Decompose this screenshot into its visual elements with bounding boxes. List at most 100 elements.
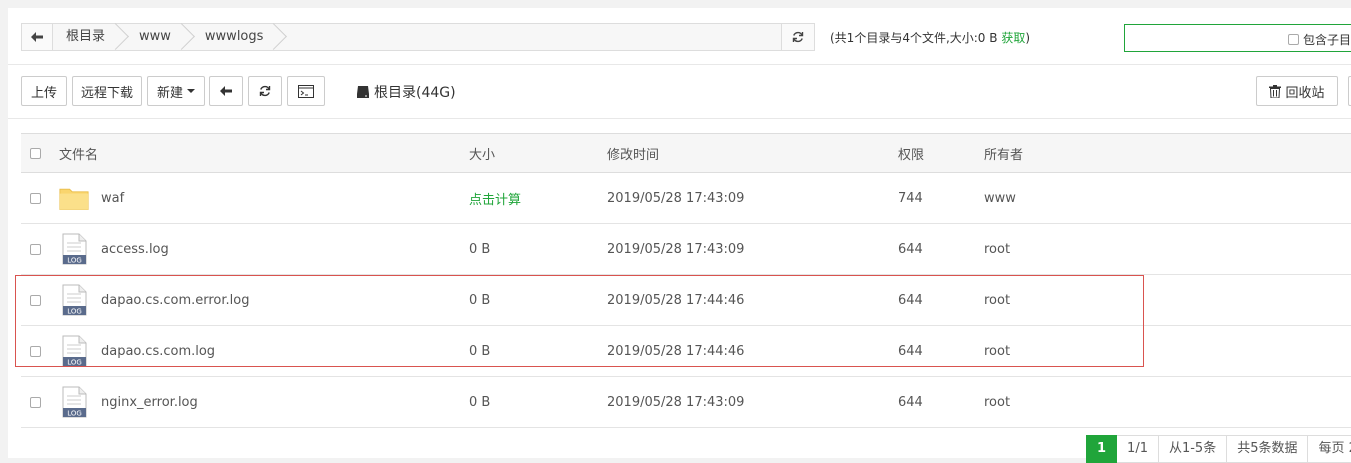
log-file-icon: LOG: [62, 335, 87, 367]
permission[interactable]: 744: [898, 173, 923, 223]
name-cell[interactable]: LOG dapao.cs.com.error.log: [59, 275, 249, 325]
modified-time: 2019/05/28 17:43:09: [607, 241, 745, 257]
row-checkbox-cell: [30, 224, 41, 274]
page-count: 1/1: [1117, 435, 1159, 463]
header-permission[interactable]: 权限: [898, 134, 924, 172]
svg-text:LOG: LOG: [67, 308, 82, 316]
row-checkbox-cell: [30, 326, 41, 376]
owner[interactable]: root: [984, 224, 1010, 274]
new-label: 新建: [156, 85, 183, 101]
name-cell[interactable]: LOG dapao.cs.com.log: [59, 326, 215, 376]
caret-down-icon: [187, 89, 195, 93]
svg-text:LOG: LOG: [67, 410, 82, 418]
modified-time: 2019/05/28 17:43:09: [607, 190, 745, 206]
name-cell[interactable]: LOG nginx_error.log: [59, 377, 198, 427]
divider: [8, 64, 1351, 65]
page-current[interactable]: 1: [1086, 435, 1118, 463]
modified-time: 2019/05/28 17:44:46: [607, 292, 745, 308]
terminal-button[interactable]: [287, 76, 325, 106]
header-name[interactable]: 文件名: [59, 134, 98, 172]
fetch-size-link[interactable]: 获取: [1001, 31, 1025, 45]
row-checkbox[interactable]: [30, 396, 41, 408]
remote-download-button[interactable]: 远程下载: [72, 76, 142, 106]
table-row[interactable]: LOG dapao.cs.com.log 0 B 2019/05/28 17:4…: [21, 326, 1351, 377]
permission[interactable]: 644: [898, 326, 923, 376]
table-row[interactable]: LOG access.log 0 B 2019/05/28 17:43:09 6…: [21, 224, 1351, 275]
svg-text:LOG: LOG: [67, 257, 82, 265]
path-refresh-button[interactable]: [781, 24, 814, 50]
arrow-left-icon: [31, 32, 43, 42]
permission[interactable]: 644: [898, 224, 923, 274]
permission[interactable]: 644: [898, 377, 923, 427]
table-row[interactable]: LOG dapao.cs.com.error.log 0 B 2019/05/2…: [21, 275, 1351, 326]
file-name[interactable]: waf: [101, 191, 124, 206]
refresh-button[interactable]: [248, 76, 282, 106]
row-checkbox[interactable]: [30, 294, 41, 306]
table-header: 文件名 大小 修改时间 权限 所有者: [21, 134, 1351, 173]
row-checkbox[interactable]: [30, 345, 41, 357]
owner[interactable]: root: [984, 275, 1010, 325]
folder-icon: [59, 188, 89, 210]
name-cell[interactable]: LOG access.log: [59, 224, 169, 274]
row-checkbox[interactable]: [30, 243, 41, 255]
breadcrumb-item[interactable]: 根目录: [52, 24, 119, 50]
new-dropdown-button[interactable]: 新建: [147, 76, 205, 106]
table-row[interactable]: LOG nginx_error.log 0 B 2019/05/28 17:43…: [21, 377, 1351, 428]
directory-summary: (共1个目录与4个文件,大小:0 B 获取): [830, 29, 1030, 46]
divider: [8, 118, 1351, 119]
back-button[interactable]: [209, 76, 243, 106]
modified-time: 2019/05/28 17:44:46: [607, 343, 745, 359]
disk-label: 根目录(44G): [374, 85, 456, 101]
include-subdir-option[interactable]: 包含子目: [1288, 31, 1351, 48]
row-checkbox-cell: [30, 377, 41, 427]
select-all-checkbox[interactable]: [30, 147, 41, 159]
per-page[interactable]: 每页 2: [1308, 435, 1351, 463]
breadcrumb: 根目录 www wwwlogs: [52, 24, 277, 50]
path-bar: 根目录 www wwwlogs: [21, 23, 815, 51]
row-checkbox-cell: [30, 173, 41, 223]
breadcrumb-item[interactable]: wwwlogs: [185, 24, 278, 50]
svg-text:LOG: LOG: [67, 359, 82, 367]
file-name[interactable]: access.log: [101, 242, 169, 257]
path-back-button[interactable]: [22, 24, 53, 50]
row-checkbox-cell: [30, 275, 41, 325]
recycle-bin-button[interactable]: 回收站: [1256, 76, 1338, 106]
summary-text: (共1个目录与4个文件,大小:0 B: [830, 31, 1002, 45]
disk-indicator[interactable]: 根目录(44G): [356, 82, 456, 102]
trash-icon: [1269, 84, 1282, 98]
file-size: 0 B: [469, 292, 491, 308]
summary-close: ): [1025, 31, 1031, 45]
breadcrumb-item[interactable]: www: [119, 24, 185, 50]
log-file-icon: LOG: [62, 386, 87, 418]
include-subdir-label: 包含子目: [1303, 33, 1351, 47]
header-modified[interactable]: 修改时间: [607, 134, 659, 172]
owner[interactable]: root: [984, 377, 1010, 427]
owner[interactable]: www: [984, 173, 1016, 223]
select-all-cell: [30, 134, 41, 172]
file-size: 0 B: [469, 241, 491, 257]
calculate-size-link[interactable]: 点击计算: [469, 173, 521, 223]
file-size: 0 B: [469, 343, 491, 359]
owner[interactable]: root: [984, 326, 1010, 376]
hard-drive-icon: [357, 86, 369, 98]
file-name[interactable]: dapao.cs.com.log: [101, 344, 215, 359]
permission[interactable]: 644: [898, 275, 923, 325]
refresh-icon: [259, 85, 271, 97]
header-size[interactable]: 大小: [469, 134, 495, 172]
header-owner[interactable]: 所有者: [984, 134, 1023, 172]
arrow-left-icon: [220, 86, 232, 96]
file-name[interactable]: nginx_error.log: [101, 395, 198, 410]
table-row[interactable]: waf 点击计算 2019/05/28 17:43:09 744 www: [21, 173, 1351, 224]
log-file-icon: LOG: [62, 233, 87, 265]
log-file-icon: LOG: [62, 284, 87, 316]
remote-download-label: 远程下载: [80, 85, 133, 101]
page-range: 从1-5条: [1158, 435, 1228, 463]
name-cell[interactable]: waf: [59, 173, 124, 223]
include-subdir-checkbox[interactable]: [1288, 34, 1299, 45]
upload-button[interactable]: 上传: [21, 76, 67, 106]
pagination: 1 1/1 从1-5条 共5条数据 每页 2: [1086, 435, 1351, 463]
recycle-bin-label: 回收站: [1285, 85, 1325, 101]
per-page-label: 每页: [1318, 441, 1345, 456]
row-checkbox[interactable]: [30, 192, 41, 204]
file-name[interactable]: dapao.cs.com.error.log: [101, 293, 249, 308]
